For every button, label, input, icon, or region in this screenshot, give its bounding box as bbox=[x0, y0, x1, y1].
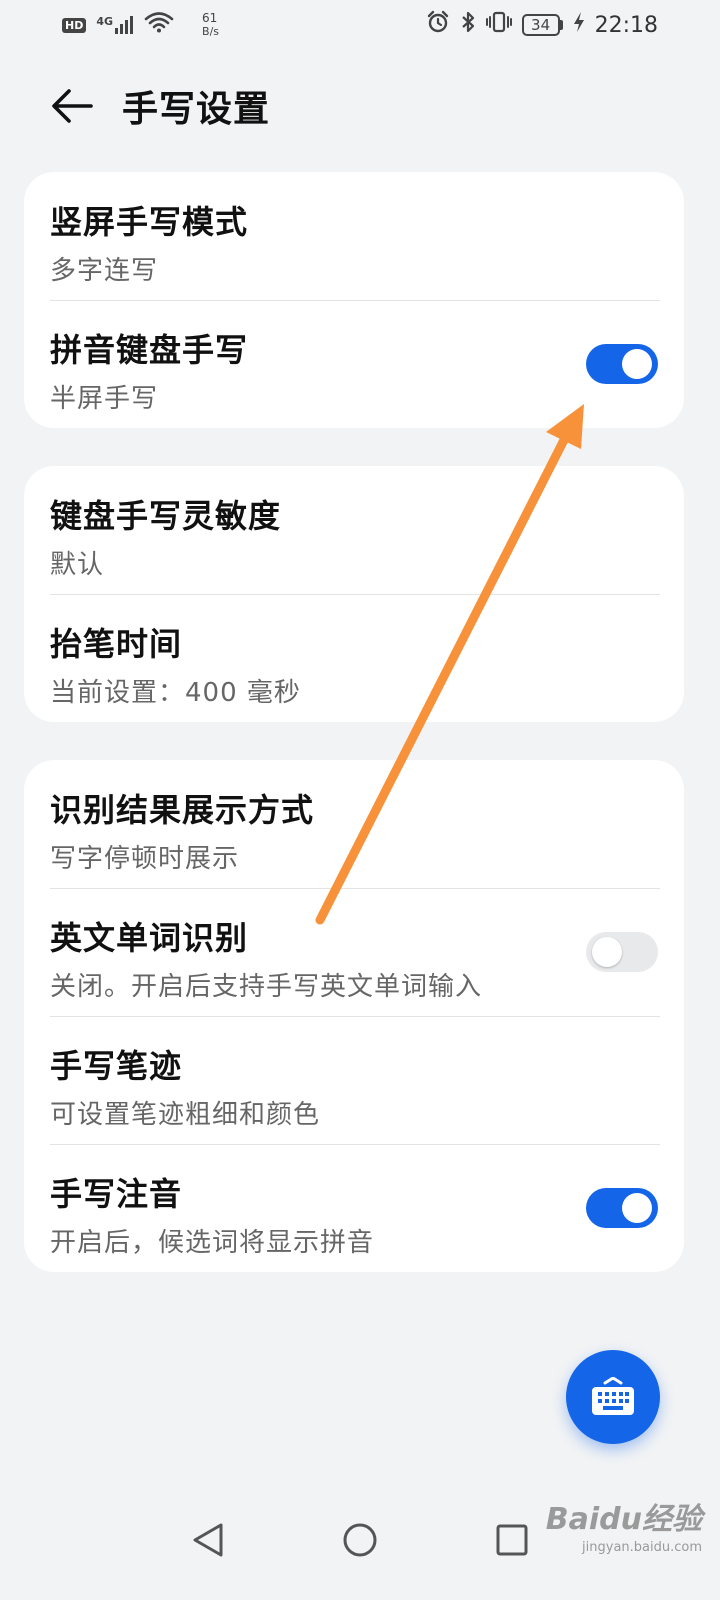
setting-row-sensitivity[interactable]: 键盘手写灵敏度 默认 bbox=[24, 466, 684, 594]
back-arrow-icon bbox=[52, 89, 93, 123]
setting-title: 键盘手写灵敏度 bbox=[50, 497, 282, 535]
vibrate-icon bbox=[485, 10, 512, 40]
status-bar-left: HD 4G 61 B/s bbox=[62, 11, 219, 39]
nav-back-button[interactable] bbox=[186, 1518, 230, 1562]
settings-card-recognition: 识别结果展示方式 写字停顿时展示 英文单词识别 关闭。开启后支持手写英文单词输入… bbox=[24, 760, 684, 1272]
alarm-icon bbox=[426, 10, 450, 40]
setting-subtitle: 多字连写 bbox=[50, 256, 159, 286]
nav-home-button[interactable] bbox=[338, 1518, 382, 1562]
battery-level: 34 bbox=[521, 14, 560, 36]
setting-title: 竖屏手写模式 bbox=[50, 203, 249, 241]
nav-recents-icon bbox=[496, 1524, 528, 1556]
status-time: 22:18 bbox=[594, 12, 658, 38]
setting-subtitle: 写字停顿时展示 bbox=[50, 844, 240, 874]
setting-title: 英文单词识别 bbox=[50, 919, 249, 957]
settings-card-sensitivity: 键盘手写灵敏度 默认 抬笔时间 当前设置：400 毫秒 bbox=[24, 466, 684, 722]
back-button[interactable] bbox=[48, 82, 96, 130]
nav-home-icon bbox=[343, 1523, 377, 1557]
setting-title: 识别结果展示方式 bbox=[50, 791, 315, 829]
setting-row-pen-lift-time[interactable]: 抬笔时间 当前设置：400 毫秒 bbox=[24, 594, 684, 722]
english-recognition-toggle[interactable] bbox=[586, 932, 658, 972]
network-speed: 61 B/s bbox=[202, 11, 219, 39]
setting-subtitle: 半屏手写 bbox=[50, 384, 159, 414]
status-bar: HD 4G 61 B/s 34 22:18 bbox=[0, 0, 720, 50]
page-title: 手写设置 bbox=[122, 89, 271, 130]
setting-row-english-word-recognition[interactable]: 英文单词识别 关闭。开启后支持手写英文单词输入 bbox=[24, 888, 684, 1016]
wifi-icon bbox=[144, 11, 174, 39]
speed-value: 61 bbox=[202, 11, 218, 25]
setting-row-handwriting-stroke[interactable]: 手写笔迹 可设置笔迹粗细和颜色 bbox=[24, 1016, 684, 1144]
network-label: 4G bbox=[96, 15, 114, 28]
keyboard-fab-button[interactable] bbox=[566, 1350, 660, 1444]
watermark-logo: Baidu经验 bbox=[545, 1502, 702, 1537]
setting-row-result-display[interactable]: 识别结果展示方式 写字停顿时展示 bbox=[24, 760, 684, 888]
status-bar-right: 34 22:18 bbox=[426, 10, 658, 40]
nav-recents-button[interactable] bbox=[490, 1518, 534, 1562]
signal-icon: 4G bbox=[96, 15, 134, 35]
setting-row-portrait-mode[interactable]: 竖屏手写模式 多字连写 bbox=[24, 172, 684, 300]
setting-title: 拼音键盘手写 bbox=[50, 331, 249, 369]
baidu-watermark: Baidu经验 jingyan.baidu.com bbox=[546, 1494, 702, 1555]
watermark-site: jingyan.baidu.com bbox=[582, 1540, 702, 1555]
hd-badge: HD bbox=[62, 17, 87, 33]
speed-unit: B/s bbox=[202, 25, 220, 38]
setting-subtitle: 当前设置：400 毫秒 bbox=[50, 678, 301, 708]
setting-title: 抬笔时间 bbox=[50, 625, 183, 663]
phonetic-annotation-toggle[interactable] bbox=[586, 1188, 658, 1228]
settings-card-input-mode: 竖屏手写模式 多字连写 拼音键盘手写 半屏手写 bbox=[24, 172, 684, 428]
pinyin-handwriting-toggle[interactable] bbox=[586, 344, 658, 384]
setting-subtitle: 可设置笔迹粗细和颜色 bbox=[50, 1100, 321, 1130]
app-bar: 手写设置 bbox=[0, 68, 720, 144]
setting-row-pinyin-keyboard-handwriting[interactable]: 拼音键盘手写 半屏手写 bbox=[24, 300, 684, 428]
setting-subtitle: 默认 bbox=[50, 550, 105, 580]
charging-icon bbox=[573, 11, 585, 39]
bluetooth-icon bbox=[460, 10, 476, 40]
setting-title: 手写注音 bbox=[50, 1175, 183, 1213]
setting-title: 手写笔迹 bbox=[50, 1047, 183, 1085]
setting-subtitle: 开启后，候选词将显示拼音 bbox=[50, 1228, 375, 1258]
nav-back-icon bbox=[193, 1523, 223, 1557]
keyboard-icon bbox=[592, 1377, 634, 1415]
handwriting-settings-screen: HD 4G 61 B/s 34 22:18 手写设置 竖屏手写模式 多字连写 拼… bbox=[0, 0, 720, 1600]
setting-row-phonetic-annotation[interactable]: 手写注音 开启后，候选词将显示拼音 bbox=[24, 1144, 684, 1272]
battery-icon: 34 bbox=[521, 14, 563, 36]
setting-subtitle: 关闭。开启后支持手写英文单词输入 bbox=[50, 972, 483, 1002]
